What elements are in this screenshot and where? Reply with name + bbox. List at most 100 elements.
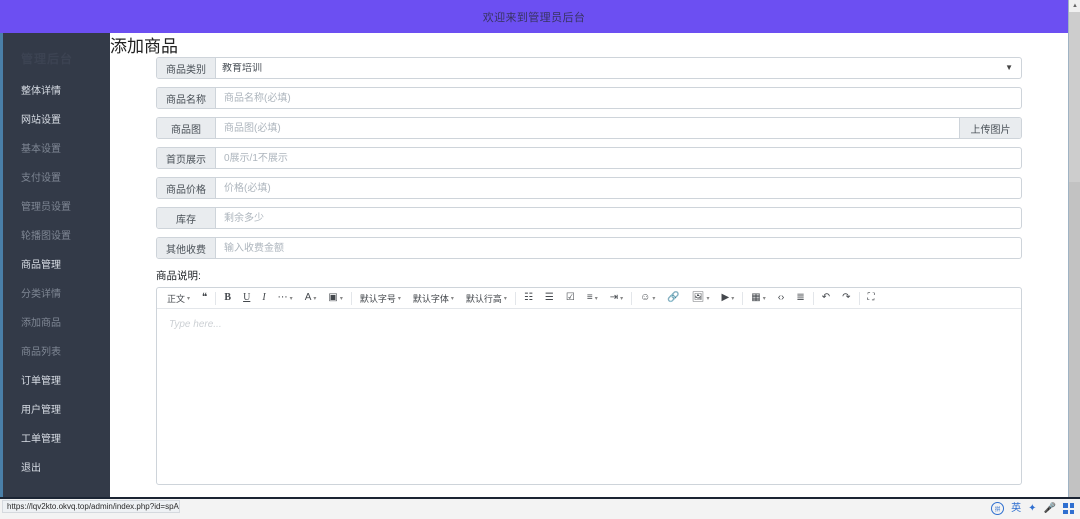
scrollbar-thumb[interactable] — [1069, 12, 1080, 182]
welcome-title: 欢迎来到管理员后台 — [482, 11, 586, 24]
sidebar-item-8[interactable]: 添加商品 — [3, 307, 110, 336]
product-price-input[interactable] — [216, 178, 1021, 198]
label-name: 商品名称 — [157, 88, 216, 108]
sidebar-item-0[interactable]: 整体详情 — [3, 75, 110, 104]
category-select[interactable]: 教育培训 — [216, 62, 1021, 74]
chevron-down-icon: ▾ — [731, 295, 735, 302]
toolbar-glyph: ▣ — [328, 292, 338, 303]
sidebar-item-5[interactable]: 轮播图设置 — [3, 220, 110, 249]
table-dropdown[interactable]: ▦ ▾ — [745, 288, 771, 308]
emoji-dropdown[interactable]: ☺ ▾ — [634, 288, 661, 308]
line-height-dropdown[interactable]: 默认行高 ▾ — [460, 288, 513, 308]
video-dropdown[interactable]: ▶ ▾ — [716, 288, 741, 308]
toolbar-glyph: ▦ — [751, 292, 761, 303]
microphone-icon[interactable]: 🎤 — [1044, 503, 1056, 514]
sidebar-item-label: 网站设置 — [21, 115, 61, 126]
input-method-logo-icon[interactable]: 拼 — [991, 502, 1005, 515]
font-size-dropdown[interactable]: 默认字号 ▾ — [354, 288, 407, 308]
bold-icon[interactable]: B — [218, 288, 237, 308]
main-content: 添加商品 商品类别 教育培训 ▼ 商品名称 商品图 — [110, 33, 1068, 497]
sidebar-item-3[interactable]: 支付设置 — [3, 162, 110, 191]
toolbar-glyph: ⛶ — [867, 292, 875, 303]
font-family-dropdown[interactable]: 默认字体 ▾ — [407, 288, 460, 308]
bullet-list-icon[interactable]: ☷ — [518, 288, 539, 308]
stock-input[interactable] — [216, 208, 1021, 228]
editor-content-area[interactable]: Type here... — [157, 309, 1021, 484]
indent-dropdown[interactable]: ⇥ ▾ — [604, 288, 629, 308]
underline-icon[interactable]: U — [237, 288, 256, 308]
sidebar-item-10[interactable]: 订单管理 — [3, 365, 110, 394]
other-fee-input[interactable] — [216, 238, 1021, 258]
system-tray: 拼英 ✦ 🎤 — [991, 502, 1074, 515]
label-stock: 库存 — [157, 208, 216, 228]
image-dropdown[interactable]: 🖼 ▾ — [686, 288, 716, 308]
toolbar-separator — [858, 291, 860, 305]
toolbar-glyph: ☺ — [640, 292, 651, 303]
upload-image-button[interactable]: 上传图片 — [959, 118, 1021, 138]
input-language-icon[interactable]: 英 — [1011, 503, 1021, 514]
toolbar-separator — [350, 291, 352, 305]
checklist-icon[interactable]: ☑ — [560, 288, 581, 308]
sidebar-item-label: 添加商品 — [21, 318, 61, 329]
field-row-name: 商品名称 — [156, 87, 1022, 109]
toolbar-glyph: ↶ — [821, 292, 831, 303]
description-label: 商品说明: — [156, 270, 201, 282]
toolbar-glyph: ⇥ — [609, 292, 619, 303]
align-dropdown[interactable]: ≡ ▾ — [581, 288, 604, 308]
toolbar-glyph: ❝ — [202, 292, 208, 303]
numbered-list-icon[interactable]: ☰ — [539, 288, 560, 308]
toolbar-glyph: 🔗 — [667, 292, 680, 303]
label-home-display: 首页展示 — [157, 148, 216, 168]
sidebar-item-6[interactable]: 商品管理 — [3, 249, 110, 278]
redo-icon[interactable]: ↷ — [836, 288, 856, 308]
font-color-dropdown[interactable]: A ▾ — [299, 288, 323, 308]
undo-icon[interactable]: ↶ — [816, 288, 836, 308]
blockquote-icon[interactable]: ❝ — [196, 288, 213, 308]
sidebar-item-4[interactable]: 管理员设置 — [3, 191, 110, 220]
paragraph-style-dropdown[interactable]: 正文 ▾ — [161, 288, 196, 308]
chevron-down-icon: ▾ — [706, 295, 710, 302]
field-row-image: 商品图 上传图片 — [156, 117, 1022, 139]
fullscreen-icon[interactable]: ⛶ — [862, 288, 881, 308]
page-scrollbar[interactable]: ▲ — [1068, 0, 1080, 497]
input-tool-icon[interactable]: ✦ — [1028, 503, 1036, 514]
source-code-icon[interactable]: ‹› — [772, 288, 791, 308]
home-display-input[interactable] — [216, 148, 1021, 168]
field-row-price: 商品价格 — [156, 177, 1022, 199]
sidebar-item-label: 分类详情 — [21, 289, 61, 300]
toolbar-glyph: ⋯ — [277, 292, 288, 303]
sidebar-item-label: 商品管理 — [21, 260, 61, 271]
toolbar-glyph: ☑ — [565, 292, 575, 303]
sidebar-item-12[interactable]: 工单管理 — [3, 423, 110, 452]
horizontal-rule-icon[interactable]: ≣ — [790, 288, 810, 308]
product-image-input[interactable] — [216, 118, 959, 138]
highlight-color-dropdown[interactable]: ▣ ▾ — [322, 288, 348, 308]
toolbar-label: 默认字体 — [412, 293, 449, 304]
rich-text-editor: 正文 ▾ ❝ B U I ⋯ ▾ A ▾ ▣ ▾ 默认字号 ▾ 默认字体 ▾ 默认行高 ▾ ☷ ☰ ☑ ≡ ▾ ⇥ ▾ ☺ ▾ 🔗 🖼 ▾… — [156, 287, 1022, 485]
sidebar-item-7[interactable]: 分类详情 — [3, 278, 110, 307]
sidebar-item-label: 管理员设置 — [21, 202, 71, 213]
field-row-home-display: 首页展示 — [156, 147, 1022, 169]
sidebar-item-11[interactable]: 用户管理 — [3, 394, 110, 423]
category-select-wrapper[interactable]: 教育培训 ▼ — [216, 58, 1021, 78]
sidebar-item-1[interactable]: 网站设置 — [3, 104, 110, 133]
sidebar-item-13[interactable]: 退出 — [3, 452, 110, 481]
toolbar-glyph: A — [304, 292, 312, 303]
chevron-down-icon: ▾ — [503, 295, 507, 302]
toolbar-glyph: ☰ — [544, 292, 554, 303]
apps-grid-icon[interactable] — [1063, 503, 1074, 514]
sidebar-item-label: 整体详情 — [21, 86, 61, 97]
italic-icon[interactable]: I — [256, 288, 271, 308]
taskbar: https://lqv2kto.okvq.top/admin/index.php… — [0, 497, 1080, 519]
chevron-down-icon: ▾ — [620, 295, 624, 302]
sidebar-item-9[interactable]: 商品列表 — [3, 336, 110, 365]
more-text-format-dropdown[interactable]: ⋯ ▾ — [272, 288, 299, 308]
sidebar-item-2[interactable]: 基本设置 — [3, 133, 110, 162]
link-icon[interactable]: 🔗 — [661, 288, 685, 308]
product-name-input[interactable] — [216, 88, 1021, 108]
chevron-down-icon: ▾ — [762, 295, 766, 302]
toolbar-glyph: I — [262, 292, 266, 303]
screen: 欢迎来到管理员后台 管理后台 整体详情 网站设置 基本设置 支付设置 管理员设置 轮播图设… — [0, 0, 1080, 519]
scroll-up-arrow-icon[interactable]: ▲ — [1069, 0, 1080, 12]
sidebar-item-label: 商品列表 — [21, 347, 61, 358]
